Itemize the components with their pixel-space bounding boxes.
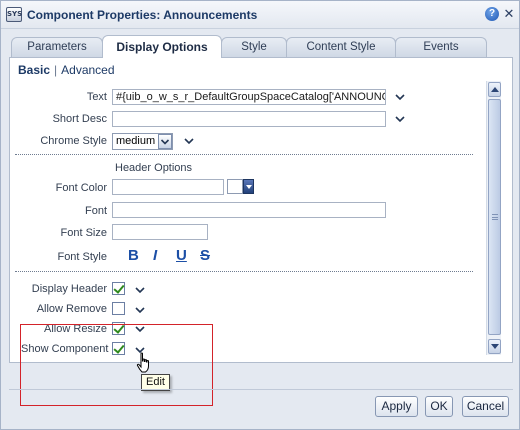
font-color-swatch[interactable] xyxy=(227,179,243,194)
vertical-scrollbar[interactable] xyxy=(486,81,501,355)
section-divider xyxy=(15,271,473,272)
font-size-field[interactable] xyxy=(112,224,208,240)
strikethrough-button[interactable]: S xyxy=(200,247,210,264)
close-icon[interactable]: ✕ xyxy=(503,7,515,21)
subnav-basic[interactable]: Basic xyxy=(18,63,50,77)
italic-button[interactable]: I xyxy=(153,247,157,264)
tab-events[interactable]: Events xyxy=(395,37,487,57)
tab-content-style[interactable]: Content Style xyxy=(286,37,396,57)
allow-remove-label: Allow Remove xyxy=(36,303,107,315)
display-header-checkbox[interactable] xyxy=(112,282,125,295)
text-field[interactable]: #{uib_o_w_s_r_DefaultGroupSpaceCatalog['… xyxy=(112,89,386,105)
tab-display-options[interactable]: Display Options xyxy=(102,35,222,58)
font-color-field[interactable] xyxy=(112,179,224,195)
subnav-advanced[interactable]: Advanced xyxy=(61,63,114,77)
grip-icon xyxy=(492,214,498,220)
font-color-picker-button[interactable] xyxy=(243,179,254,194)
font-color-label: Font Color xyxy=(55,182,107,194)
help-icon[interactable]: ? xyxy=(485,7,499,21)
display-header-label: Display Header xyxy=(31,283,107,295)
allow-remove-checkbox[interactable] xyxy=(112,302,125,315)
chevron-down-icon[interactable] xyxy=(395,115,405,123)
tab-parameters[interactable]: Parameters xyxy=(11,37,103,57)
cancel-button[interactable]: Cancel xyxy=(462,396,509,417)
footer-divider xyxy=(9,389,513,390)
chevron-down-icon[interactable] xyxy=(135,306,145,314)
tab-bar: Parameters Display Options Style Content… xyxy=(9,35,513,58)
text-label: Text xyxy=(86,91,107,103)
dialog-title: Component Properties: Announcements xyxy=(27,8,258,22)
scroll-up-button[interactable] xyxy=(488,82,501,97)
header-options-title: Header Options xyxy=(115,162,193,174)
font-label: Font xyxy=(84,205,107,217)
sub-navigation: Basic | Advanced xyxy=(18,63,115,77)
ok-button[interactable]: OK xyxy=(425,396,453,417)
short-desc-label: Short Desc xyxy=(52,113,107,125)
font-field[interactable] xyxy=(112,202,386,218)
underline-button[interactable]: U xyxy=(176,247,187,264)
section-divider xyxy=(15,154,473,155)
subnav-separator: | xyxy=(54,63,58,77)
hand-cursor-icon xyxy=(136,352,149,373)
font-style-label: Font Style xyxy=(57,251,107,263)
scroll-down-button[interactable] xyxy=(488,339,501,354)
scroll-thumb[interactable] xyxy=(488,99,501,335)
highlight-annotation xyxy=(20,324,213,406)
font-size-label: Font Size xyxy=(60,227,107,239)
short-desc-field[interactable] xyxy=(112,111,386,127)
chevron-down-icon[interactable] xyxy=(135,286,145,294)
chrome-style-value: medium xyxy=(116,135,156,147)
tab-style[interactable]: Style xyxy=(221,37,287,57)
component-properties-dialog: SYS Component Properties: Announcements … xyxy=(0,0,520,430)
app-icon: SYS xyxy=(6,7,22,22)
bold-button[interactable]: B xyxy=(128,247,139,264)
apply-button[interactable]: Apply xyxy=(375,396,418,417)
chevron-down-icon[interactable] xyxy=(184,137,194,145)
chrome-style-dropdown-button[interactable] xyxy=(158,134,172,149)
chevron-down-icon[interactable] xyxy=(395,93,405,101)
chrome-style-label: Chrome Style xyxy=(40,135,107,147)
title-bar: SYS Component Properties: Announcements … xyxy=(1,1,519,29)
